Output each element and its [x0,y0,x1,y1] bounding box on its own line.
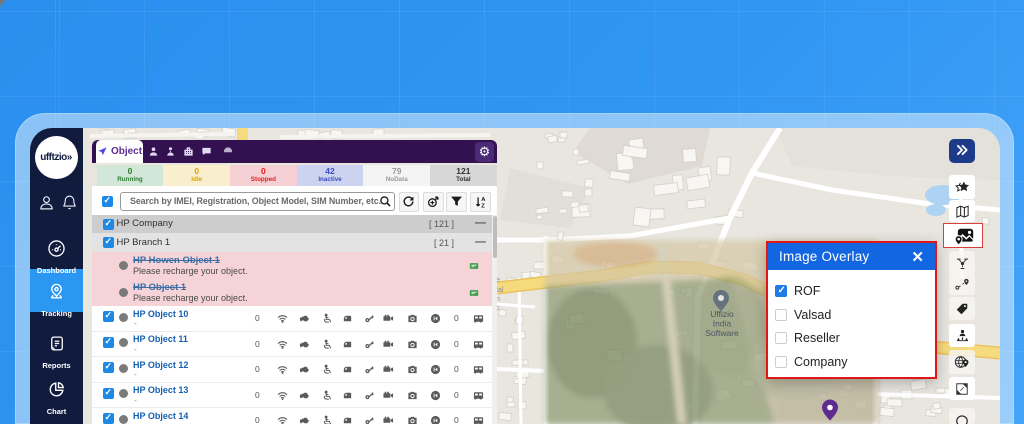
svg-text:A: A [481,197,486,203]
svg-text:tal: tal [496,287,504,294]
svg-text:Z: Z [481,203,485,209]
svg-text:Uffizio: Uffizio [710,309,734,319]
svg-text:Software: Software [705,328,739,338]
svg-text:India: India [713,319,732,329]
